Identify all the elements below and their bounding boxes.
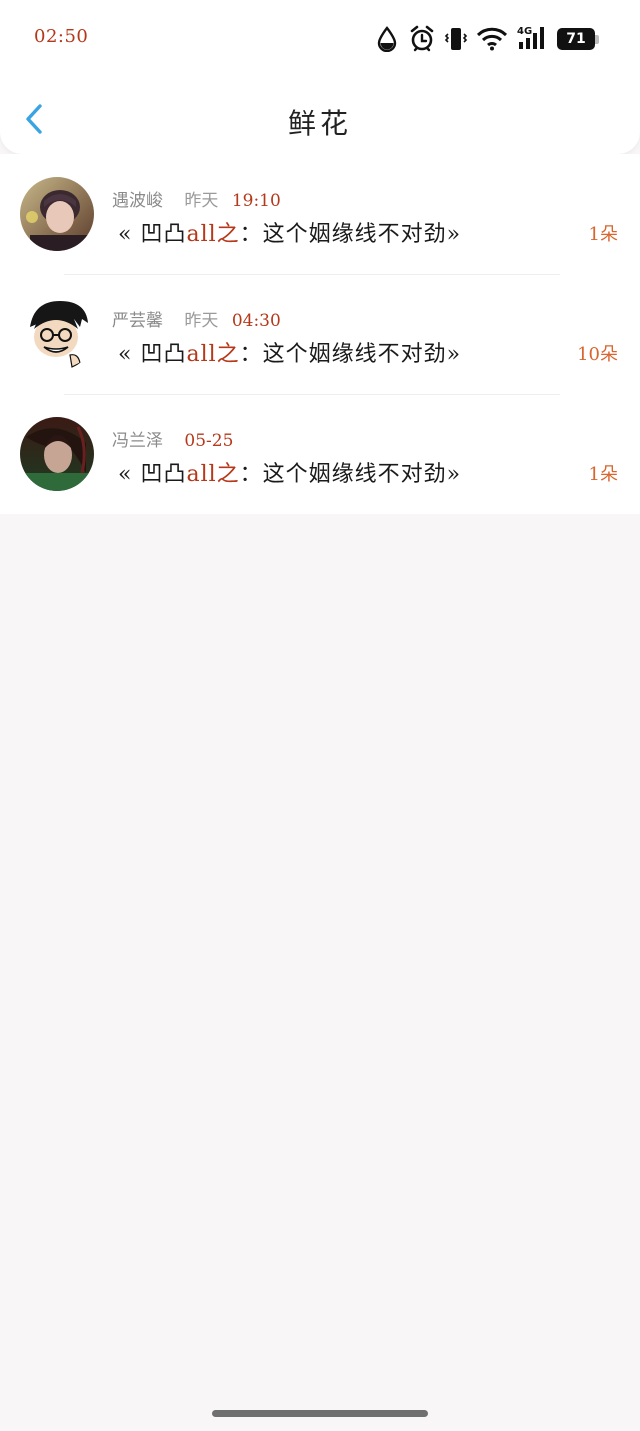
flower-count: 10朵 (577, 344, 618, 365)
list-item[interactable]: 严芸馨 昨天 04:30 « 凹凸all之：这个姻缘线不对劲» 10朵 (0, 274, 640, 394)
battery-icon: 71 (557, 28, 595, 50)
vibrate-icon (444, 28, 468, 50)
user-name[interactable]: 严芸馨 (112, 311, 163, 331)
record-day: 昨天 (184, 191, 219, 211)
flower-count: 1朵 (588, 224, 618, 245)
record-day: 昨天 (184, 311, 219, 331)
book-title-prefix: « 凹凸 (118, 342, 187, 367)
list-item[interactable]: 遇波峻 昨天 19:10 « 凹凸all之：这个姻缘线不对劲» 1朵 (0, 154, 640, 274)
avatar[interactable] (20, 177, 94, 251)
list-item[interactable]: 冯兰泽 05-25 « 凹凸all之：这个姻缘线不对劲» 1朵 (0, 394, 640, 514)
battery-tip (595, 35, 599, 44)
avatar[interactable] (20, 297, 94, 371)
signal-icon: 4G (517, 26, 544, 49)
wifi-icon (476, 27, 508, 51)
book-title-prefix: « 凹凸 (118, 462, 187, 487)
book-title-highlight: all之 (186, 222, 240, 247)
user-name[interactable]: 冯兰泽 (112, 431, 163, 451)
page-title: 鲜花 (287, 107, 352, 140)
record-time: 05-25 (184, 431, 234, 451)
record-time: 04:30 (231, 311, 281, 331)
record-time: 19:10 (231, 191, 281, 211)
record-meta: 遇波峻 昨天 19:10 (112, 186, 281, 211)
book-title-prefix: « 凹凸 (118, 222, 187, 247)
flower-record-list: 遇波峻 昨天 19:10 « 凹凸all之：这个姻缘线不对劲» 1朵 严芸馨 昨… (0, 154, 640, 514)
drop-icon (377, 26, 397, 52)
book-title-highlight: all之 (186, 462, 240, 487)
record-meta: 冯兰泽 05-25 (112, 426, 233, 451)
alarm-icon (410, 25, 434, 52)
app-header: 02:50 4G 71 鲜花 (0, 0, 640, 154)
book-title-suffix: ：这个姻缘线不对劲» (239, 222, 462, 247)
network-label: 4G (517, 26, 532, 37)
book-title[interactable]: « 凹凸all之：这个姻缘线不对劲» (118, 216, 461, 248)
flower-count: 1朵 (588, 464, 618, 485)
book-title-suffix: ：这个姻缘线不对劲» (239, 462, 462, 487)
home-indicator[interactable] (212, 1410, 428, 1417)
record-meta: 严芸馨 昨天 04:30 (112, 306, 281, 331)
avatar[interactable] (20, 417, 94, 491)
status-time: 02:50 (34, 26, 89, 47)
user-name[interactable]: 遇波峻 (112, 191, 163, 211)
book-title-highlight: all之 (186, 342, 240, 367)
book-title[interactable]: « 凹凸all之：这个姻缘线不对劲» (118, 336, 461, 368)
book-title-suffix: ：这个姻缘线不对劲» (239, 342, 462, 367)
book-title[interactable]: « 凹凸all之：这个姻缘线不对劲» (118, 456, 461, 488)
